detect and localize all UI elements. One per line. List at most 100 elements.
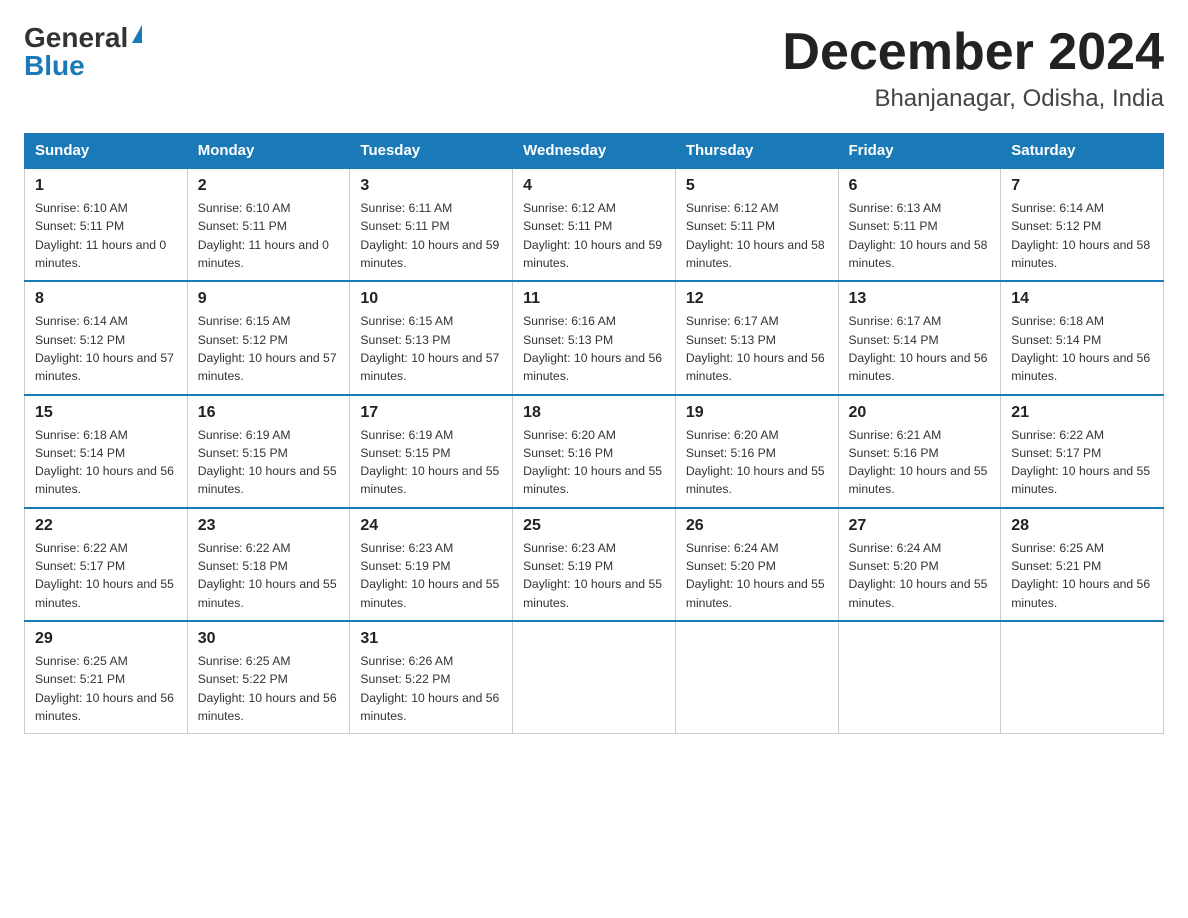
day-info: Sunrise: 6:17 AMSunset: 5:13 PMDaylight:… [686,312,828,385]
calendar-cell: 5 Sunrise: 6:12 AMSunset: 5:11 PMDayligh… [675,168,838,281]
day-info: Sunrise: 6:24 AMSunset: 5:20 PMDaylight:… [849,539,991,612]
day-info: Sunrise: 6:25 AMSunset: 5:21 PMDaylight:… [35,652,177,725]
day-number: 11 [523,290,665,308]
day-number: 4 [523,177,665,195]
calendar-cell: 19 Sunrise: 6:20 AMSunset: 5:16 PMDaylig… [675,395,838,508]
day-number: 17 [360,404,502,422]
day-number: 25 [523,517,665,535]
day-info: Sunrise: 6:14 AMSunset: 5:12 PMDaylight:… [1011,199,1153,272]
calendar-cell: 3 Sunrise: 6:11 AMSunset: 5:11 PMDayligh… [350,168,513,281]
day-info: Sunrise: 6:19 AMSunset: 5:15 PMDaylight:… [360,426,502,499]
calendar-cell [675,621,838,734]
day-number: 16 [198,404,340,422]
day-number: 12 [686,290,828,308]
calendar-cell: 13 Sunrise: 6:17 AMSunset: 5:14 PMDaylig… [838,281,1001,394]
day-number: 31 [360,630,502,648]
weekday-header-wednesday: Wednesday [513,134,676,169]
location-title: Bhanjanagar, Odisha, India [782,85,1164,113]
day-info: Sunrise: 6:12 AMSunset: 5:11 PMDaylight:… [523,199,665,272]
logo-general-text: General [24,24,128,52]
calendar-week-row: 29 Sunrise: 6:25 AMSunset: 5:21 PMDaylig… [25,621,1164,734]
day-number: 10 [360,290,502,308]
calendar-cell: 1 Sunrise: 6:10 AMSunset: 5:11 PMDayligh… [25,168,188,281]
day-number: 30 [198,630,340,648]
day-info: Sunrise: 6:13 AMSunset: 5:11 PMDaylight:… [849,199,991,272]
day-number: 13 [849,290,991,308]
day-info: Sunrise: 6:10 AMSunset: 5:11 PMDaylight:… [198,199,340,272]
calendar-cell: 10 Sunrise: 6:15 AMSunset: 5:13 PMDaylig… [350,281,513,394]
day-info: Sunrise: 6:22 AMSunset: 5:17 PMDaylight:… [35,539,177,612]
calendar-cell: 17 Sunrise: 6:19 AMSunset: 5:15 PMDaylig… [350,395,513,508]
calendar-cell: 25 Sunrise: 6:23 AMSunset: 5:19 PMDaylig… [513,508,676,621]
weekday-header-friday: Friday [838,134,1001,169]
calendar-cell: 23 Sunrise: 6:22 AMSunset: 5:18 PMDaylig… [187,508,350,621]
calendar-cell: 9 Sunrise: 6:15 AMSunset: 5:12 PMDayligh… [187,281,350,394]
day-info: Sunrise: 6:12 AMSunset: 5:11 PMDaylight:… [686,199,828,272]
calendar-cell: 31 Sunrise: 6:26 AMSunset: 5:22 PMDaylig… [350,621,513,734]
day-info: Sunrise: 6:22 AMSunset: 5:17 PMDaylight:… [1011,426,1153,499]
calendar-cell: 20 Sunrise: 6:21 AMSunset: 5:16 PMDaylig… [838,395,1001,508]
day-info: Sunrise: 6:23 AMSunset: 5:19 PMDaylight:… [523,539,665,612]
day-info: Sunrise: 6:11 AMSunset: 5:11 PMDaylight:… [360,199,502,272]
day-info: Sunrise: 6:21 AMSunset: 5:16 PMDaylight:… [849,426,991,499]
calendar-cell: 15 Sunrise: 6:18 AMSunset: 5:14 PMDaylig… [25,395,188,508]
calendar-cell: 16 Sunrise: 6:19 AMSunset: 5:15 PMDaylig… [187,395,350,508]
day-info: Sunrise: 6:14 AMSunset: 5:12 PMDaylight:… [35,312,177,385]
day-number: 21 [1011,404,1153,422]
day-number: 15 [35,404,177,422]
day-number: 20 [849,404,991,422]
calendar-cell: 24 Sunrise: 6:23 AMSunset: 5:19 PMDaylig… [350,508,513,621]
day-info: Sunrise: 6:18 AMSunset: 5:14 PMDaylight:… [1011,312,1153,385]
calendar-cell: 12 Sunrise: 6:17 AMSunset: 5:13 PMDaylig… [675,281,838,394]
day-number: 19 [686,404,828,422]
calendar-week-row: 8 Sunrise: 6:14 AMSunset: 5:12 PMDayligh… [25,281,1164,394]
day-number: 1 [35,177,177,195]
day-number: 23 [198,517,340,535]
calendar-cell: 14 Sunrise: 6:18 AMSunset: 5:14 PMDaylig… [1001,281,1164,394]
day-number: 6 [849,177,991,195]
calendar-header-row: SundayMondayTuesdayWednesdayThursdayFrid… [25,134,1164,169]
day-info: Sunrise: 6:16 AMSunset: 5:13 PMDaylight:… [523,312,665,385]
calendar-cell [838,621,1001,734]
day-info: Sunrise: 6:18 AMSunset: 5:14 PMDaylight:… [35,426,177,499]
day-number: 26 [686,517,828,535]
day-info: Sunrise: 6:17 AMSunset: 5:14 PMDaylight:… [849,312,991,385]
day-number: 28 [1011,517,1153,535]
day-number: 2 [198,177,340,195]
day-number: 22 [35,517,177,535]
weekday-header-thursday: Thursday [675,134,838,169]
day-info: Sunrise: 6:20 AMSunset: 5:16 PMDaylight:… [686,426,828,499]
calendar-cell: 28 Sunrise: 6:25 AMSunset: 5:21 PMDaylig… [1001,508,1164,621]
day-info: Sunrise: 6:22 AMSunset: 5:18 PMDaylight:… [198,539,340,612]
day-number: 27 [849,517,991,535]
calendar-cell: 18 Sunrise: 6:20 AMSunset: 5:16 PMDaylig… [513,395,676,508]
day-number: 24 [360,517,502,535]
calendar-cell: 30 Sunrise: 6:25 AMSunset: 5:22 PMDaylig… [187,621,350,734]
month-title: December 2024 [782,24,1164,81]
day-number: 18 [523,404,665,422]
day-number: 8 [35,290,177,308]
calendar-cell: 7 Sunrise: 6:14 AMSunset: 5:12 PMDayligh… [1001,168,1164,281]
day-number: 5 [686,177,828,195]
day-info: Sunrise: 6:25 AMSunset: 5:22 PMDaylight:… [198,652,340,725]
calendar-week-row: 15 Sunrise: 6:18 AMSunset: 5:14 PMDaylig… [25,395,1164,508]
calendar-cell: 22 Sunrise: 6:22 AMSunset: 5:17 PMDaylig… [25,508,188,621]
calendar-cell: 2 Sunrise: 6:10 AMSunset: 5:11 PMDayligh… [187,168,350,281]
calendar-table: SundayMondayTuesdayWednesdayThursdayFrid… [24,133,1164,734]
calendar-cell: 27 Sunrise: 6:24 AMSunset: 5:20 PMDaylig… [838,508,1001,621]
day-info: Sunrise: 6:26 AMSunset: 5:22 PMDaylight:… [360,652,502,725]
logo: General Blue [24,24,142,80]
day-info: Sunrise: 6:20 AMSunset: 5:16 PMDaylight:… [523,426,665,499]
title-block: December 2024 Bhanjanagar, Odisha, India [782,24,1164,113]
calendar-week-row: 1 Sunrise: 6:10 AMSunset: 5:11 PMDayligh… [25,168,1164,281]
day-info: Sunrise: 6:15 AMSunset: 5:12 PMDaylight:… [198,312,340,385]
day-number: 7 [1011,177,1153,195]
day-info: Sunrise: 6:15 AMSunset: 5:13 PMDaylight:… [360,312,502,385]
day-number: 3 [360,177,502,195]
day-number: 29 [35,630,177,648]
calendar-cell: 11 Sunrise: 6:16 AMSunset: 5:13 PMDaylig… [513,281,676,394]
day-info: Sunrise: 6:19 AMSunset: 5:15 PMDaylight:… [198,426,340,499]
calendar-week-row: 22 Sunrise: 6:22 AMSunset: 5:17 PMDaylig… [25,508,1164,621]
calendar-cell: 6 Sunrise: 6:13 AMSunset: 5:11 PMDayligh… [838,168,1001,281]
calendar-cell: 8 Sunrise: 6:14 AMSunset: 5:12 PMDayligh… [25,281,188,394]
